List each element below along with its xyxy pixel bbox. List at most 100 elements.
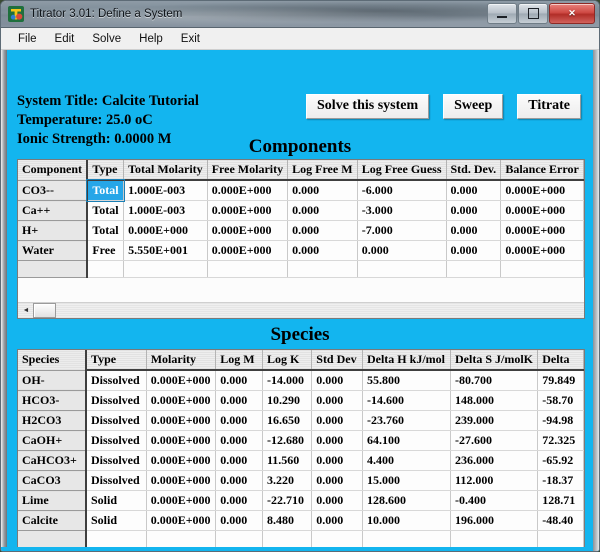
- cell-log_k[interactable]: -14.000: [262, 370, 313, 391]
- table-row[interactable]: CO3-- Total 1.000E-003 0.000E+000 0.000 -6.00…: [18, 179, 584, 202]
- table-row[interactable]: Ca++ Total 1.000E-003 0.000E+000 0.000 -3.000…: [18, 200, 584, 221]
- cell-balance_error[interactable]: 0.000E+000: [500, 240, 584, 261]
- cell-type[interactable]: Dissolved: [86, 430, 147, 451]
- menu-item-solve[interactable]: Solve: [83, 30, 130, 48]
- cell-type[interactable]: Total: [87, 200, 125, 221]
- cell-molarity[interactable]: 0.000E+000: [146, 450, 217, 471]
- col-species-std-dev[interactable]: Std Dev: [311, 350, 363, 371]
- cell-log_m[interactable]: 0.000: [215, 510, 263, 531]
- cell-species[interactable]: CaHCO3+: [18, 450, 87, 471]
- cell-delta_s[interactable]: 239.000: [450, 410, 539, 431]
- cell-molarity[interactable]: 0.000E+000: [146, 410, 217, 431]
- cell-log_m[interactable]: 0.000: [215, 470, 263, 491]
- cell-std_dev[interactable]: 0.000: [446, 180, 502, 201]
- table-row[interactable]: Water Free 5.550E+001 0.000E+000 0.000 0.000 0…: [18, 240, 584, 261]
- cell-total_molarity[interactable]: 0.000E+000: [123, 220, 208, 241]
- scroll-left-arrow-icon[interactable]: ◄: [19, 304, 33, 317]
- table-row[interactable]: H2CO3 Dissolved 0.000E+000 0.000 16.650 0.000…: [18, 410, 584, 431]
- cell-total_molarity[interactable]: 5.550E+001: [123, 240, 208, 261]
- col-type[interactable]: Type: [87, 160, 125, 181]
- cell-log_free_m[interactable]: 0.000: [287, 240, 358, 261]
- cell-type[interactable]: Dissolved: [86, 450, 147, 471]
- cell-delta_g[interactable]: 79.849: [537, 370, 584, 391]
- cell-molarity[interactable]: 0.000E+000: [146, 470, 217, 491]
- cell-type[interactable]: Dissolved: [86, 390, 147, 411]
- cell-std_dev[interactable]: 0.000: [311, 410, 363, 431]
- col-delta-g[interactable]: Delta: [537, 350, 584, 371]
- table-row[interactable]: Lime Solid 0.000E+000 0.000 -22.710 0.000 128.…: [18, 490, 584, 511]
- cell-free_molarity[interactable]: [207, 260, 289, 278]
- cell-free_molarity[interactable]: 0.000E+000: [207, 200, 289, 221]
- cell-std_dev[interactable]: 0.000: [446, 240, 502, 261]
- cell-log_k[interactable]: -12.680: [262, 430, 313, 451]
- cell-molarity[interactable]: 0.000E+000: [146, 390, 217, 411]
- cell-log_free_m[interactable]: [287, 260, 358, 278]
- cell-balance_error[interactable]: [500, 260, 584, 278]
- cell-delta_g[interactable]: [537, 530, 584, 548]
- menu-item-edit[interactable]: Edit: [46, 30, 84, 48]
- col-log-free-m[interactable]: Log Free M: [287, 160, 358, 181]
- cell-log_k[interactable]: 3.220: [262, 470, 313, 491]
- cell-std_dev[interactable]: 0.000: [311, 490, 363, 511]
- cell-delta_g[interactable]: -94.98: [537, 410, 584, 431]
- cell-delta_h[interactable]: 64.100: [362, 430, 452, 451]
- cell-delta_s[interactable]: -80.700: [450, 370, 539, 391]
- cell-delta_h[interactable]: 15.000: [362, 470, 452, 491]
- table-row[interactable]: [18, 530, 584, 548]
- table-row[interactable]: [18, 260, 584, 278]
- cell-species[interactable]: Lime: [18, 490, 87, 511]
- cell-component[interactable]: Water: [18, 240, 89, 261]
- table-row[interactable]: OH- Dissolved 0.000E+000 0.000 -14.000 0.000 5…: [18, 370, 584, 391]
- col-free-molarity[interactable]: Free Molarity: [207, 160, 289, 181]
- cell-delta_h[interactable]: -23.760: [362, 410, 452, 431]
- cell-type[interactable]: Total: [86, 179, 125, 202]
- cell-delta_g[interactable]: 72.325: [537, 430, 584, 451]
- cell-log_m[interactable]: [215, 530, 263, 548]
- table-row[interactable]: CaCO3 Dissolved 0.000E+000 0.000 3.220 0.000 1…: [18, 470, 584, 491]
- cell-free_molarity[interactable]: 0.000E+000: [207, 180, 289, 201]
- cell-log_k[interactable]: 11.560: [262, 450, 313, 471]
- cell-type[interactable]: Total: [87, 220, 125, 241]
- cell-component[interactable]: H+: [18, 220, 89, 241]
- cell-std_dev[interactable]: 0.000: [311, 450, 363, 471]
- table-row[interactable]: CaOH+ Dissolved 0.000E+000 0.000 -12.680 0.00…: [18, 430, 584, 451]
- solve-this-system-button[interactable]: Solve this system: [306, 94, 430, 119]
- cell-log_free_guess[interactable]: -7.000: [357, 220, 447, 241]
- minimize-button[interactable]: [487, 3, 517, 24]
- components-horizontal-scrollbar[interactable]: ◄: [18, 302, 584, 318]
- cell-delta_h[interactable]: 4.400: [362, 450, 452, 471]
- cell-std_dev[interactable]: 0.000: [311, 470, 363, 491]
- cell-log_m[interactable]: 0.000: [215, 450, 263, 471]
- cell-species[interactable]: Calcite: [18, 510, 87, 531]
- cell-balance_error[interactable]: 0.000E+000: [500, 200, 584, 221]
- cell-std_dev[interactable]: 0.000: [446, 200, 502, 221]
- cell-log_m[interactable]: 0.000: [215, 390, 263, 411]
- cell-delta_h[interactable]: -14.600: [362, 390, 452, 411]
- cell-type[interactable]: Solid: [86, 510, 147, 531]
- cell-delta_g[interactable]: 128.71: [537, 490, 584, 511]
- scroll-thumb[interactable]: [33, 303, 56, 318]
- cell-log_free_guess[interactable]: -6.000: [357, 180, 447, 201]
- cell-delta_g[interactable]: -48.40: [537, 510, 584, 531]
- cell-delta_h[interactable]: 10.000: [362, 510, 452, 531]
- cell-delta_s[interactable]: [450, 530, 539, 548]
- cell-log_free_m[interactable]: 0.000: [287, 220, 358, 241]
- cell-species[interactable]: CaOH+: [18, 430, 87, 451]
- cell-species[interactable]: CaCO3: [18, 470, 87, 491]
- table-row[interactable]: H+ Total 0.000E+000 0.000E+000 0.000 -7.000 0.…: [18, 220, 584, 241]
- col-log-free-guess[interactable]: Log Free Guess: [357, 160, 447, 181]
- cell-delta_s[interactable]: -27.600: [450, 430, 539, 451]
- col-log-k[interactable]: Log K: [262, 350, 313, 371]
- menu-item-exit[interactable]: Exit: [172, 30, 209, 48]
- cell-type[interactable]: Free: [87, 240, 125, 261]
- cell-type[interactable]: Dissolved: [86, 370, 147, 391]
- cell-total_molarity[interactable]: 1.000E-003: [123, 180, 208, 201]
- close-button[interactable]: ✕: [549, 3, 595, 24]
- cell-std_dev[interactable]: 0.000: [311, 390, 363, 411]
- cell-balance_error[interactable]: 0.000E+000: [500, 220, 584, 241]
- cell-log_free_m[interactable]: 0.000: [287, 200, 358, 221]
- cell-species[interactable]: H2CO3: [18, 410, 87, 431]
- cell-type[interactable]: Dissolved: [86, 410, 147, 431]
- cell-molarity[interactable]: 0.000E+000: [146, 430, 217, 451]
- col-log-m[interactable]: Log M: [215, 350, 263, 371]
